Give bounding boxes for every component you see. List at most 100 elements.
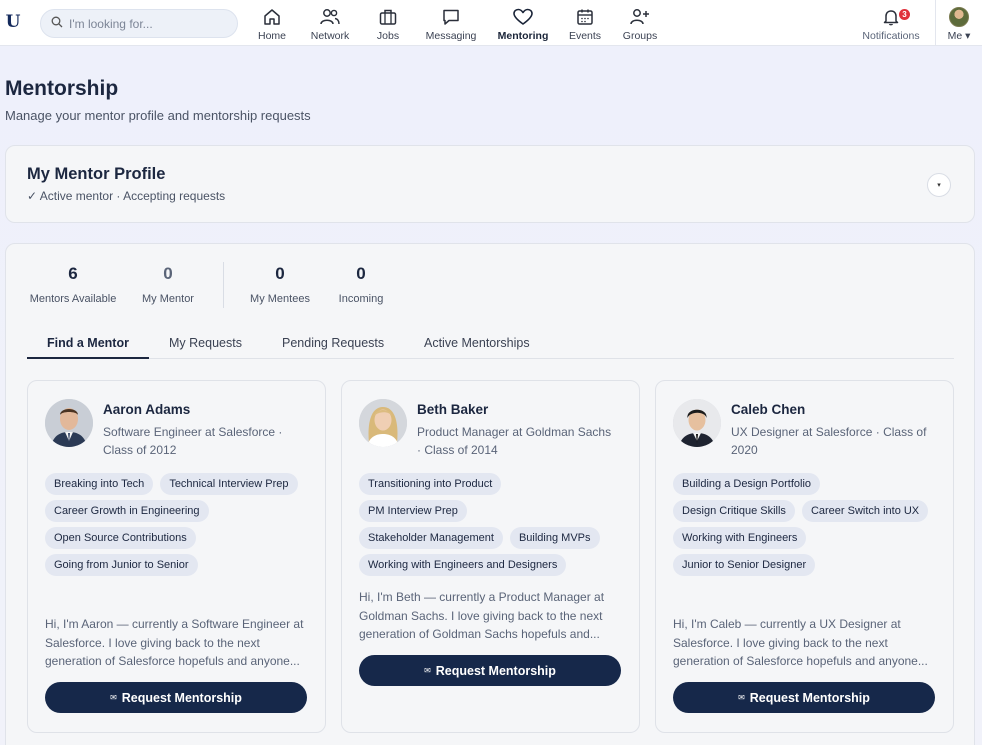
tab-find-a-mentor[interactable]: Find a Mentor (47, 336, 129, 350)
mentor-profile-card[interactable]: My Mentor Profile ✓ Active mentor · Acce… (5, 145, 975, 223)
mentor-tag: Junior to Senior Designer (673, 554, 816, 576)
mentor-bio: Hi, I'm Aaron — currently a Software Eng… (45, 617, 304, 668)
avatar (949, 6, 969, 28)
profile-title: My Mentor Profile (27, 165, 166, 183)
mentor-tag: Open Source Contributions (45, 527, 196, 549)
mentor-tags: Transitioning into Product PM Interview … (359, 473, 629, 576)
button-label: Request Mentorship (749, 690, 870, 705)
bell-icon: 3 (876, 6, 910, 28)
nav-label: Jobs (376, 30, 400, 42)
mentor-card-aaron-adams: Aaron Adams Software Engineer at Salesfo… (27, 380, 326, 733)
top-navigation-bar: U Home Network Jobs Messaging Ment (0, 0, 982, 46)
chevron-down-icon: ▾ (937, 182, 941, 189)
nav-mentoring[interactable]: Mentoring (496, 0, 550, 46)
mentor-photo (45, 399, 93, 447)
stat-value: 6 (68, 264, 78, 283)
nav-jobs[interactable]: Jobs (374, 0, 402, 46)
stat-label: My Mentees (250, 293, 310, 305)
mentor-tag: Transitioning into Product (359, 473, 502, 495)
mentor-role: UX Designer at Salesforce · Class of 202… (731, 425, 927, 457)
page-title: Mentorship (5, 77, 119, 100)
mentor-tag: Career Growth in Engineering (45, 500, 209, 522)
mentor-bio: Hi, I'm Caleb — currently a UX Designer … (673, 617, 928, 668)
mentor-role: Software Engineer at Salesforce · Class … (103, 425, 283, 457)
button-label: Request Mentorship (435, 663, 556, 678)
heart-icon (512, 6, 534, 28)
home-icon (262, 6, 282, 28)
nav-network[interactable]: Network (309, 0, 351, 46)
profile-status: ✓ Active mentor · Accepting requests (27, 189, 226, 203)
search-icon (51, 15, 63, 33)
chat-icon (441, 6, 461, 28)
nav-label: Network (310, 30, 350, 42)
mentor-tag: Working with Engineers and Designers (359, 554, 567, 576)
mentor-role: Product Manager at Goldman Sachs · Class… (417, 425, 612, 457)
active-tab-indicator (27, 357, 149, 359)
mentor-card-caleb-chen: Caleb Chen UX Designer at Salesforce · C… (655, 380, 954, 733)
stat-label: Incoming (338, 293, 384, 305)
nav-home[interactable]: Home (257, 0, 287, 46)
nav-label: Home (257, 30, 286, 42)
tab-active-mentorships[interactable]: Active Mentorships (424, 336, 530, 350)
mentorship-panel: 6 Mentors Available 0 My Mentor 0 My Men… (5, 243, 975, 745)
stat-my-mentees: 0 My Mentees (247, 264, 313, 305)
request-mentorship-button[interactable]: ✉ Request Mentorship (45, 682, 307, 713)
nav-label: Me ▾ (947, 30, 971, 42)
button-label: Request Mentorship (121, 690, 242, 705)
stat-value: 0 (163, 264, 173, 283)
nav-me[interactable]: Me ▾ (943, 0, 975, 46)
mentor-tag: Career Switch into UX (801, 500, 929, 522)
mentor-name[interactable]: Caleb Chen (731, 402, 805, 417)
stat-label: My Mentor (142, 293, 194, 305)
envelope-icon: ✉ (738, 693, 745, 702)
search-bar[interactable] (40, 9, 238, 38)
mentor-tag: PM Interview Prep (359, 500, 467, 522)
stat-value: 0 (275, 264, 285, 283)
nav-events[interactable]: Events (567, 0, 603, 46)
page-subtitle: Manage your mentor profile and mentorshi… (5, 108, 311, 123)
mentor-photo (359, 399, 407, 447)
tab-my-requests[interactable]: My Requests (169, 336, 242, 350)
nav-label: Messaging (425, 30, 477, 42)
mentor-tag: Working with Engineers (673, 527, 807, 549)
add-group-icon (629, 6, 651, 28)
mentor-tag: Technical Interview Prep (160, 473, 298, 495)
envelope-icon: ✉ (424, 666, 431, 675)
nav-label: Groups (622, 30, 658, 42)
mentor-tag: Building MVPs (509, 527, 600, 549)
mentor-tag: Going from Junior to Senior (45, 554, 198, 576)
request-mentorship-button[interactable]: ✉ Request Mentorship (359, 655, 621, 686)
expand-profile-button[interactable]: ▾ (927, 173, 951, 197)
mentor-tags: Breaking into Tech Technical Interview P… (45, 473, 315, 576)
nav-notifications[interactable]: 3 Notifications (860, 0, 922, 46)
stat-mentors-available: 6 Mentors Available (27, 264, 119, 305)
envelope-icon: ✉ (110, 693, 117, 702)
stat-label: Mentors Available (29, 293, 117, 305)
mentor-bio: Hi, I'm Beth — currently a Product Manag… (359, 590, 605, 641)
mentor-tag: Breaking into Tech (45, 473, 154, 495)
notification-badge: 3 (899, 9, 910, 20)
mentorship-tabs: Find a Mentor My Requests Pending Reques… (27, 329, 954, 359)
mentor-photo (673, 399, 721, 447)
nav-label: Mentoring (497, 30, 549, 42)
briefcase-icon (378, 6, 398, 28)
mentor-card-beth-baker: Beth Baker Product Manager at Goldman Sa… (341, 380, 640, 733)
mentor-tags: Building a Design Portfolio Design Criti… (673, 473, 943, 576)
tab-pending-requests[interactable]: Pending Requests (282, 336, 384, 350)
mentor-tag: Building a Design Portfolio (673, 473, 821, 495)
mentor-tag: Stakeholder Management (359, 527, 503, 549)
nav-messaging[interactable]: Messaging (424, 0, 478, 46)
mentor-tag: Design Critique Skills (673, 500, 795, 522)
people-icon (319, 6, 341, 28)
nav-groups[interactable]: Groups (620, 0, 660, 46)
divider (935, 0, 936, 46)
nav-label: Notifications (862, 30, 920, 42)
stat-my-mentor: 0 My Mentor (138, 264, 198, 305)
mentor-name[interactable]: Aaron Adams (103, 402, 190, 417)
search-input[interactable] (69, 16, 219, 31)
stat-divider (223, 262, 224, 308)
mentor-name[interactable]: Beth Baker (417, 402, 488, 417)
app-logo[interactable]: U (5, 12, 21, 32)
calendar-icon (575, 6, 595, 28)
request-mentorship-button[interactable]: ✉ Request Mentorship (673, 682, 935, 713)
